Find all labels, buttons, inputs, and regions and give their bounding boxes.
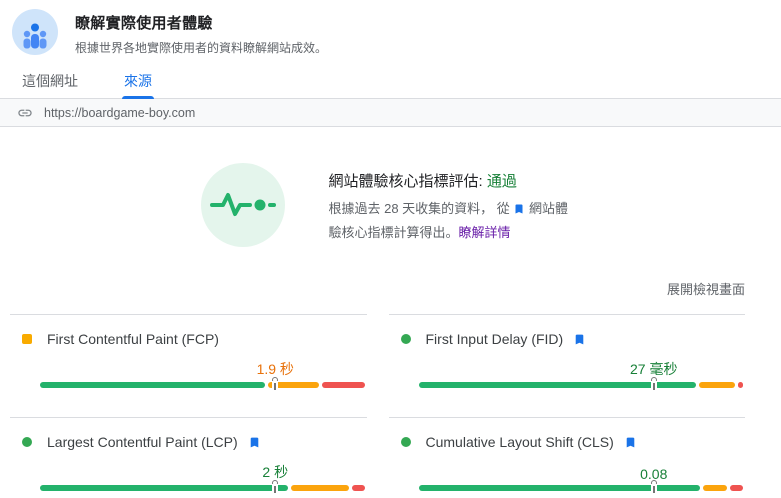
- url-bar: https://boardgame-boy.com: [0, 98, 781, 127]
- tab-origin[interactable]: 來源: [122, 71, 154, 99]
- metric-cls: Cumulative Layout Shift (CLS) 0.08: [388, 417, 745, 498]
- expand-row: 展開檢視畫面: [0, 279, 781, 299]
- metric-value: 1.9 秒: [256, 361, 294, 377]
- origin-url: https://boardgame-boy.com: [44, 105, 196, 120]
- page-title: 瞭解實際使用者體驗: [75, 15, 213, 32]
- cls-bullet-icon: [400, 437, 411, 447]
- p75-marker: [271, 480, 279, 493]
- fid-bullet-icon: [400, 334, 411, 344]
- learn-more-link[interactable]: 瞭解詳情: [459, 225, 511, 240]
- bookmark-icon: [624, 436, 637, 449]
- distribution-bar: [418, 382, 743, 388]
- distribution-bar: [40, 382, 365, 388]
- lcp-bullet-icon: [22, 437, 32, 447]
- p75-marker: [271, 377, 279, 390]
- scope-tabs: 這個網址 來源: [0, 71, 781, 99]
- p75-marker: [650, 377, 658, 390]
- assessment-description: 根據過去 28 天收集的資料， 從 網站體驗核心指標計算得出。瞭解詳情: [328, 201, 569, 241]
- page-header: 瞭解實際使用者體驗 根據世界各地實際使用者的資料瞭解網站成效。: [0, 0, 781, 56]
- cwv-assessment: 網站體驗核心指標評估: 通過 根據過去 28 天收集的資料， 從 網站體驗核心指…: [0, 163, 781, 247]
- active-tab-underline: [122, 96, 154, 99]
- fcp-bullet-icon: [22, 334, 32, 344]
- people-icon: [12, 9, 58, 55]
- distribution-bar: [418, 485, 743, 491]
- pulse-icon: [200, 163, 285, 247]
- assessment-title: 網站體驗核心指標評估: 通過: [328, 173, 517, 190]
- bookmark-icon: [573, 333, 586, 346]
- metric-fid: First Input Delay (FID) 27 毫秒: [388, 314, 745, 417]
- bookmark-icon: [513, 203, 529, 218]
- expand-view-link[interactable]: 展開檢視畫面: [667, 282, 745, 297]
- metric-label: Largest Contentful Paint (LCP): [47, 434, 238, 450]
- metric-fcp: First Contentful Paint (FCP) 1.9 秒: [10, 314, 367, 417]
- tab-this-url[interactable]: 這個網址: [22, 71, 78, 98]
- bookmark-icon: [248, 436, 261, 449]
- metric-label: First Input Delay (FID): [425, 331, 564, 347]
- p75-marker: [650, 480, 658, 493]
- metric-value: 27 毫秒: [630, 361, 678, 377]
- assessment-result: 通過: [486, 173, 517, 190]
- metric-label: Cumulative Layout Shift (CLS): [425, 434, 614, 450]
- page-subtitle: 根據世界各地實際使用者的資料瞭解網站成效。: [75, 41, 328, 55]
- metric-lcp: Largest Contentful Paint (LCP) 2 秒: [10, 417, 367, 498]
- metric-label: First Contentful Paint (FCP): [47, 331, 219, 347]
- distribution-bar: [40, 485, 365, 491]
- metric-value: 2 秒: [262, 464, 289, 480]
- link-icon: [17, 105, 33, 121]
- metrics-grid: First Contentful Paint (FCP) 1.9 秒 First…: [0, 314, 781, 498]
